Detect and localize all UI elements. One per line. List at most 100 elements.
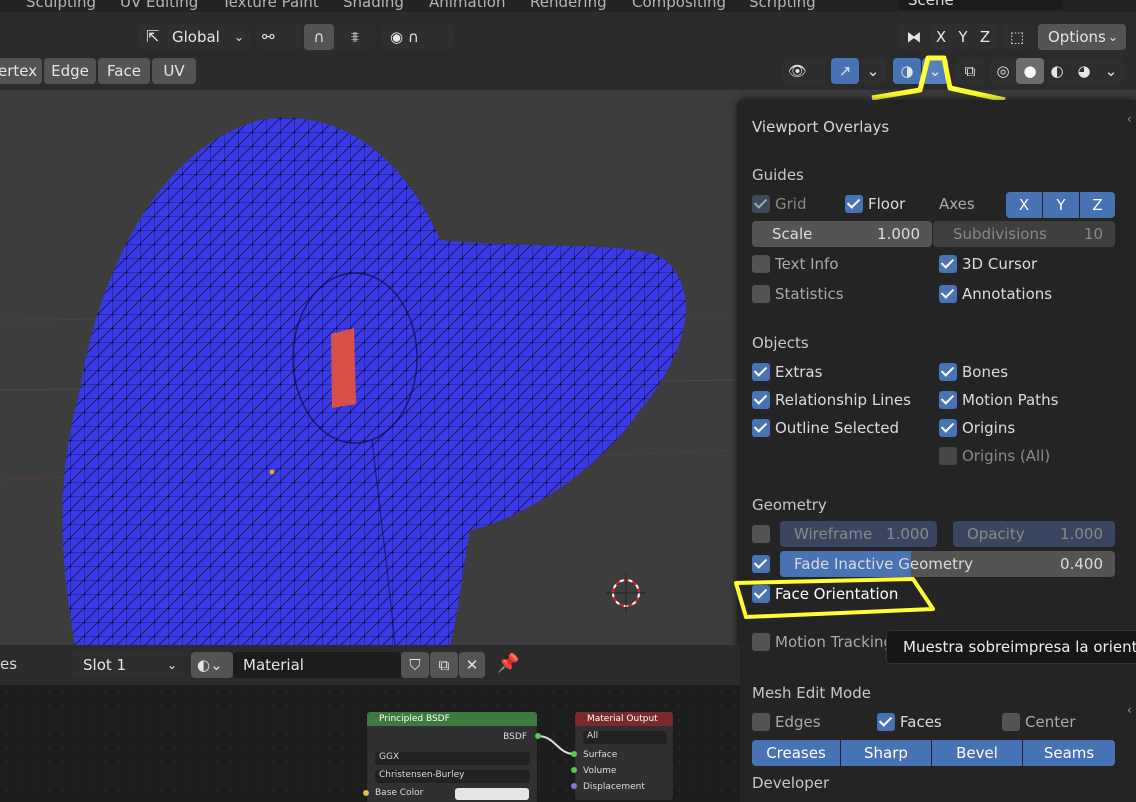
subdivisions-field[interactable]: Subdivisions 10 — [933, 221, 1115, 247]
sharp-toggle[interactable]: Sharp — [841, 740, 931, 766]
viewport-overlays-popover: Viewport Overlays Guides Grid Floor Axes… — [737, 100, 1136, 802]
face-select-mode[interactable]: Face — [98, 58, 150, 84]
snap-increment-icon: ⩨ — [350, 28, 360, 46]
fake-user-button[interactable]: ⛉ — [401, 652, 429, 678]
faces-checkbox[interactable] — [877, 713, 895, 731]
tab-sculpting[interactable]: Sculpting — [26, 0, 96, 12]
tab-compositing[interactable]: Compositing — [632, 0, 726, 12]
snap-target-dropdown[interactable]: ⩨ — [334, 24, 376, 50]
origins-checkbox[interactable] — [939, 419, 957, 437]
creases-toggle[interactable]: Creases — [752, 740, 840, 766]
material-slot-dropdown[interactable]: Slot 1 ⌄ — [73, 652, 183, 678]
tab-animation[interactable]: Animation — [429, 0, 505, 12]
node-editor[interactable]: Principled BSDF BSDF GGX Christensen-Bur… — [0, 685, 740, 802]
floor-checkbox[interactable] — [845, 195, 863, 213]
3d-cursor[interactable] — [606, 573, 646, 613]
axes-x-toggle[interactable]: X — [1006, 192, 1042, 218]
opacity-slider[interactable]: Opacity 1.000 — [953, 521, 1115, 547]
grid-checkbox[interactable] — [752, 195, 770, 213]
tab-uv-editing[interactable]: UV Editing — [120, 0, 198, 12]
motion-paths-checkbox[interactable] — [939, 391, 957, 409]
object-origin — [269, 469, 275, 475]
bones-checkbox[interactable] — [939, 363, 957, 381]
text-info-checkbox[interactable] — [752, 255, 770, 273]
fade-inactive-checkbox[interactable] — [752, 555, 770, 573]
scene-name-field[interactable]: Scene — [898, 0, 1063, 10]
subsurface-method-dropdown[interactable]: Christensen-Burley — [375, 770, 530, 783]
unlink-material-button[interactable]: ✕ — [459, 652, 485, 678]
mesh-edit-heading: Mesh Edit Mode — [752, 684, 871, 702]
tab-shading[interactable]: Shading — [343, 0, 404, 12]
tooltip: Muestra sobreimpresa la orientación — [886, 630, 1136, 664]
base-color-swatch[interactable] — [455, 788, 529, 800]
3d-cursor-checkbox[interactable] — [939, 255, 957, 273]
close-icon: ✕ — [465, 656, 479, 674]
origins-label: Origins — [962, 419, 1016, 437]
distribution-dropdown[interactable]: GGX — [375, 752, 530, 765]
relationship-lines-checkbox[interactable] — [752, 391, 770, 409]
origins-all-checkbox[interactable] — [939, 447, 957, 465]
axes-y-toggle[interactable]: Y — [1043, 192, 1079, 218]
wireframe-checkbox[interactable] — [752, 525, 770, 543]
center-checkbox[interactable] — [1002, 713, 1020, 731]
subdivisions-label: Subdivisions — [953, 225, 1047, 243]
seams-toggle[interactable]: Seams — [1023, 740, 1115, 766]
tab-texture-paint[interactable]: Texture Paint — [222, 0, 319, 12]
outline-selected-checkbox[interactable] — [752, 419, 770, 437]
material-browse-button[interactable]: ◐⌄ — [191, 652, 233, 678]
base-color-label: Base Color — [375, 788, 424, 798]
scale-field[interactable]: Scale 1.000 — [752, 221, 932, 247]
material-name-field[interactable]: Material — [233, 652, 401, 678]
annotations-checkbox[interactable] — [939, 285, 957, 303]
transform-orientation-dropdown[interactable]: ⇱ Global ⌄ — [138, 24, 250, 50]
rendered-shading[interactable]: ◕ — [1070, 58, 1098, 84]
options-dropdown[interactable]: Options ⌄ — [1038, 24, 1126, 50]
extras-checkbox[interactable] — [752, 363, 770, 381]
options-label: Options — [1048, 28, 1106, 46]
gizmo-toggle[interactable]: ↗ — [831, 58, 859, 84]
pivot-dropdown[interactable]: ⚯ — [256, 24, 300, 50]
visibility-dropdown[interactable]: 👁 — [782, 58, 826, 84]
edges-label: Edges — [775, 713, 821, 731]
duplicate-material-button[interactable]: ⧉ — [430, 652, 458, 678]
floor-label: Floor — [868, 195, 906, 213]
mesh-object[interactable] — [62, 117, 686, 645]
edge-select-mode[interactable]: Edge — [44, 58, 96, 84]
mirror-button[interactable]: ⧓ — [900, 24, 928, 50]
mirror-y-button[interactable]: Y — [952, 24, 974, 50]
scale-value: 1.000 — [877, 225, 920, 243]
tab-scripting[interactable]: Scripting — [749, 0, 816, 12]
tab-rendering[interactable]: Rendering — [530, 0, 607, 12]
shading-dropdown[interactable]: ⌄ — [1098, 58, 1124, 84]
node-title: Principled BSDF — [367, 712, 537, 726]
axes-z-toggle[interactable]: Z — [1080, 192, 1115, 218]
text-info-label: Text Info — [775, 255, 839, 273]
material-output-node[interactable]: Material Output All Surface Volume Displ… — [574, 711, 674, 801]
material-shading[interactable]: ◐ — [1044, 58, 1070, 84]
mirror-z-button[interactable]: Z — [974, 24, 996, 50]
displacement-socket-label: Displacement — [583, 782, 645, 792]
bevel-toggle[interactable]: Bevel — [932, 740, 1022, 766]
output-target-dropdown[interactable]: All — [583, 731, 667, 744]
snap-toggle[interactable]: ∩ — [304, 24, 334, 50]
principled-bsdf-node[interactable]: Principled BSDF BSDF GGX Christensen-Bur… — [366, 711, 538, 802]
3d-viewport[interactable] — [0, 90, 740, 645]
mirror-x-button[interactable]: X — [930, 24, 952, 50]
uv-menu[interactable]: UV — [152, 58, 196, 84]
edges-checkbox[interactable] — [752, 713, 770, 731]
pivot-icon: ⚯ — [262, 28, 275, 46]
chevron-left-icon[interactable]: ‹ — [1127, 112, 1132, 126]
motion-tracking-checkbox[interactable] — [752, 633, 770, 651]
wireframe-slider[interactable]: Wireframe 1.000 — [780, 521, 937, 547]
pin-icon[interactable]: 📌 — [497, 653, 519, 674]
proportional-edit[interactable]: ◉ ∩ — [382, 24, 454, 50]
extras-label: Extras — [775, 363, 823, 381]
chevron-left-icon[interactable]: ‹ — [1127, 703, 1132, 717]
node-editor-header: es Slot 1 ⌄ ◐⌄ Material ⛉ ⧉ ✕ 📌 — [0, 645, 740, 685]
statistics-checkbox[interactable] — [752, 285, 770, 303]
vertex-select-mode[interactable]: ertex — [0, 58, 42, 84]
solid-shading[interactable]: ● — [1016, 58, 1044, 84]
auto-merge-button[interactable]: ⬚ — [1003, 24, 1031, 50]
fade-inactive-slider[interactable]: Fade Inactive Geometry 0.400 — [780, 551, 1115, 577]
surface-socket-label: Surface — [583, 750, 618, 760]
